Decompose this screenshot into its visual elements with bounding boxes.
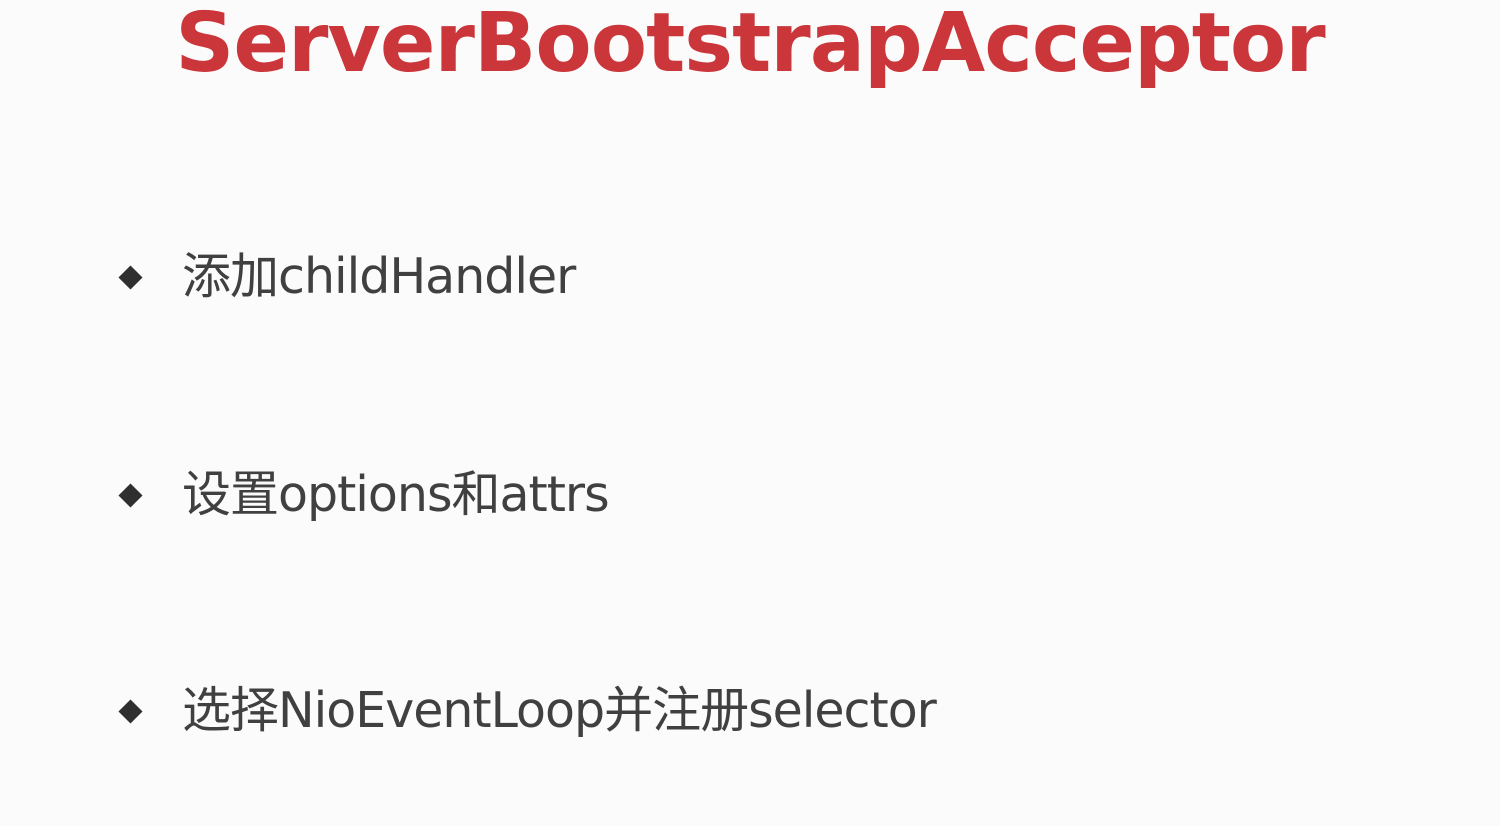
diamond-bullet-icon (118, 264, 143, 290)
bullet-item: 设置options和attrs (118, 460, 610, 530)
diamond-bullet-icon (118, 482, 143, 508)
bullet-item: 添加childHandler (118, 242, 576, 312)
slide: ServerBootstrapAcceptor 添加childHandler 设… (0, 0, 1500, 826)
bullet-text: 添加childHandler (182, 248, 576, 305)
bullet-item: 选择NioEventLoop并注册selector (118, 676, 937, 746)
bullet-text: 设置options和attrs (182, 466, 610, 523)
slide-title: ServerBootstrapAcceptor (175, 0, 1325, 91)
bullet-text: 选择NioEventLoop并注册selector (182, 682, 937, 739)
diamond-bullet-icon (118, 698, 143, 724)
